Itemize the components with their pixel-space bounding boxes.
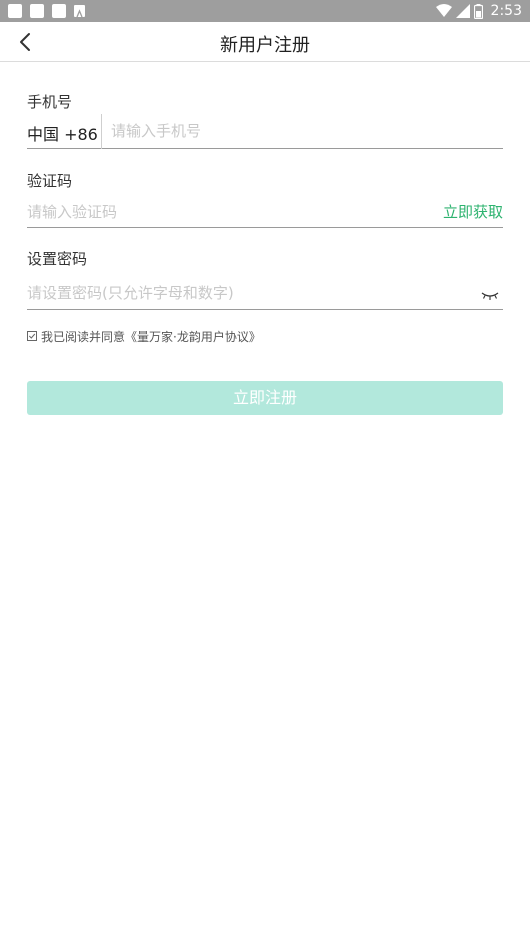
notification-icon bbox=[30, 4, 44, 18]
battery-icon bbox=[473, 3, 483, 19]
eye-closed-icon[interactable] bbox=[481, 291, 499, 301]
page-title: 新用户注册 bbox=[220, 35, 310, 56]
wifi-icon bbox=[435, 4, 452, 17]
agreement-row[interactable]: 我已阅读并同意《量万家·龙韵用户协议》 bbox=[27, 328, 261, 344]
divider bbox=[101, 114, 102, 149]
get-code-button[interactable]: 立即获取 bbox=[443, 201, 503, 222]
agreement-text[interactable]: 我已阅读并同意《量万家·龙韵用户协议》 bbox=[41, 328, 261, 345]
signal-icon bbox=[455, 4, 470, 18]
register-button[interactable]: 立即注册 bbox=[27, 381, 503, 415]
status-bar: 2:53 bbox=[0, 0, 530, 22]
phone-input[interactable] bbox=[111, 120, 491, 142]
code-label: 验证码 bbox=[27, 172, 73, 190]
notification-icon bbox=[8, 4, 22, 18]
code-field: 立即获取 bbox=[27, 196, 503, 228]
phone-label: 手机号 bbox=[27, 93, 73, 111]
status-icons: 2:53 bbox=[435, 2, 522, 20]
app-header: 新用户注册 bbox=[0, 22, 530, 62]
checkbox-icon[interactable] bbox=[27, 331, 37, 341]
notification-icon bbox=[52, 4, 66, 18]
password-input[interactable] bbox=[27, 282, 447, 304]
password-label: 设置密码 bbox=[27, 250, 88, 268]
notification-icon bbox=[74, 5, 85, 18]
country-code-selector[interactable]: 中国 +86 bbox=[27, 121, 98, 145]
password-field bbox=[27, 277, 503, 310]
phone-field: 中国 +86 bbox=[27, 114, 503, 149]
code-input[interactable] bbox=[27, 201, 407, 223]
status-time: 2:53 bbox=[490, 3, 522, 19]
